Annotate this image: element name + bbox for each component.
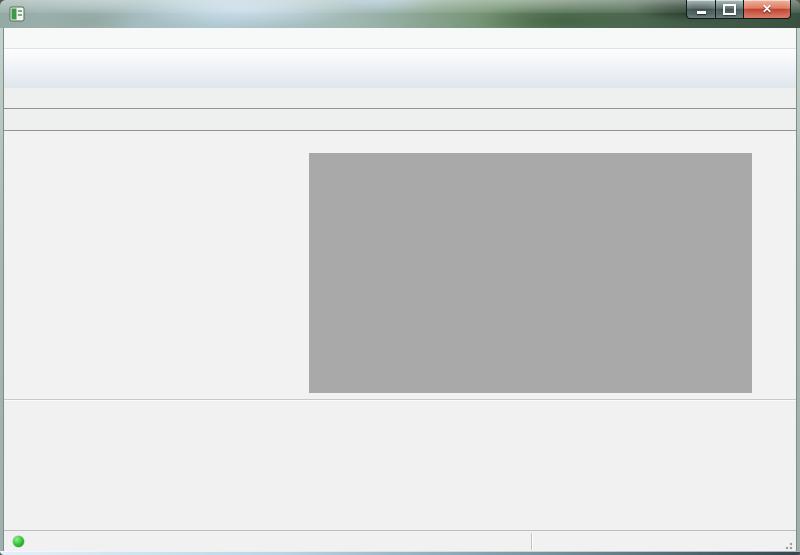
title-bar[interactable]: ✕ <box>0 0 800 28</box>
minimize-button[interactable] <box>686 0 715 19</box>
run-status-page <box>4 131 796 399</box>
refinement-progress-chart <box>309 153 752 393</box>
chart-canvas <box>309 153 752 393</box>
phenix-refine-window: ✕ <box>0 0 800 555</box>
window-border-left <box>0 28 4 551</box>
close-button[interactable]: ✕ <box>744 0 791 19</box>
job-status <box>13 531 30 552</box>
action-buttons-row <box>4 406 796 438</box>
close-icon: ✕ <box>762 3 772 15</box>
maximize-icon <box>723 4 736 15</box>
menu-bar <box>4 28 796 49</box>
app-icon <box>9 6 25 22</box>
resize-grip[interactable] <box>783 540 793 550</box>
window-border-right <box>796 28 800 551</box>
status-bar <box>4 530 796 552</box>
main-tab-bar <box>4 88 796 109</box>
job-running-indicator-icon <box>13 536 24 547</box>
sub-tab-bar <box>4 109 796 131</box>
minimize-icon <box>697 11 706 14</box>
content-divider <box>4 399 796 401</box>
window-border-bottom <box>0 551 800 555</box>
titlebar-sheen <box>0 0 800 13</box>
statusbar-separator <box>531 533 532 550</box>
toolbar <box>4 49 796 89</box>
maximize-button[interactable] <box>715 0 744 19</box>
window-controls: ✕ <box>686 0 791 19</box>
